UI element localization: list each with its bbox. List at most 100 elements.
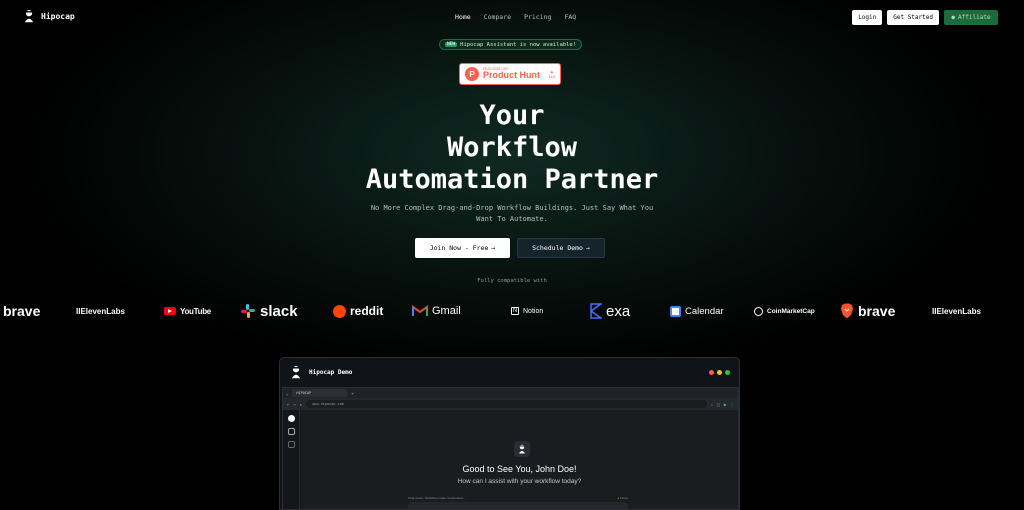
hipocap-logo-icon bbox=[291, 366, 301, 379]
brave-lion-icon bbox=[841, 303, 853, 319]
hero-headline: Your Workflow Automation Partner bbox=[0, 100, 1024, 196]
browser-tab[interactable]: HIPOCAP bbox=[292, 389, 348, 397]
product-hunt-icon: P bbox=[465, 67, 479, 81]
nav-links: Home Compare Pricing FAQ bbox=[455, 13, 576, 21]
maximize-dot-icon[interactable] bbox=[725, 369, 730, 375]
logo-gmail: Gmail bbox=[412, 300, 461, 322]
assist-question: How can I assist with your workflow toda… bbox=[457, 478, 582, 485]
logo-elevenlabs-2: IIElevenLabs bbox=[932, 300, 981, 322]
calendar-icon bbox=[670, 305, 681, 317]
logo-coinmarketcap: CoinMarketCap bbox=[754, 300, 815, 322]
demo-header: Hipocap Demo bbox=[280, 358, 739, 386]
affiliate-label: Affiliate bbox=[958, 14, 991, 21]
hipocap-logo-icon bbox=[24, 10, 34, 23]
logo-youtube: YouTube bbox=[164, 300, 211, 322]
logo-notion-text: Notion bbox=[523, 307, 544, 315]
status-label: ● Active bbox=[617, 496, 628, 500]
embedded-browser: ⌄ HIPOCAP + ← → ↻ app.hipocap.com ☆ □ ● … bbox=[282, 387, 739, 509]
slack-icon bbox=[241, 304, 255, 318]
logo-exa: exa bbox=[590, 300, 630, 322]
logo-slack-text: slack bbox=[260, 302, 298, 320]
new-badge: NEW bbox=[445, 42, 458, 47]
ph-votes: 110 bbox=[548, 74, 555, 79]
exa-icon bbox=[590, 303, 602, 319]
chat-input[interactable] bbox=[408, 502, 628, 509]
login-button[interactable]: Login bbox=[852, 10, 883, 25]
home-icon[interactable] bbox=[287, 428, 295, 435]
announcement-text: Hipocap Assistant is now available! bbox=[460, 41, 577, 48]
reload-icon[interactable]: ↻ bbox=[300, 402, 302, 407]
top-nav: Hipocap Home Compare Pricing FAQ Login G… bbox=[0, 0, 1024, 34]
headline-line-1: Your bbox=[479, 100, 545, 131]
logo-reddit-text: reddit bbox=[350, 304, 384, 318]
demo-title: Hipocap Demo bbox=[309, 368, 353, 376]
affiliate-icon: ● bbox=[951, 14, 956, 21]
arrow-right-icon: → bbox=[491, 244, 496, 252]
nav-link-faq[interactable]: FAQ bbox=[564, 13, 576, 21]
brand[interactable]: Hipocap bbox=[22, 9, 75, 23]
arrow-right-icon: → bbox=[585, 244, 590, 252]
browser-urlbar: ← → ↻ app.hipocap.com ☆ □ ● ⋮ bbox=[283, 398, 738, 410]
announcement-pill[interactable]: NEW Hipocap Assistant is now available! bbox=[439, 39, 583, 50]
headline-line-3: Automation Partner bbox=[365, 164, 659, 195]
assistant-avatar-icon bbox=[514, 441, 530, 457]
join-now-label: Join Now - Free bbox=[429, 244, 489, 252]
schedule-demo-label: Schedule Demo bbox=[532, 244, 583, 252]
greeting-text: Good to See You, John Doe! bbox=[462, 464, 577, 474]
nav-link-pricing[interactable]: Pricing bbox=[524, 13, 551, 21]
back-icon[interactable]: ← bbox=[287, 402, 289, 407]
logo-brave-text: brave bbox=[3, 303, 41, 319]
logo-brave: brave bbox=[3, 300, 40, 322]
notion-icon: N bbox=[511, 307, 519, 315]
profile-icon[interactable]: ● bbox=[724, 402, 726, 407]
gmail-icon bbox=[412, 305, 428, 316]
app-sidebar bbox=[283, 410, 300, 509]
coinmarketcap-icon bbox=[754, 306, 763, 316]
window-controls bbox=[709, 369, 730, 375]
product-hunt-badge[interactable]: P FEATURED ON Product Hunt ▲ 110 bbox=[459, 63, 561, 85]
new-tab-icon[interactable]: + bbox=[351, 391, 353, 396]
extensions-icon[interactable]: □ bbox=[717, 402, 719, 407]
forward-icon[interactable]: → bbox=[293, 402, 295, 407]
reddit-icon bbox=[333, 304, 346, 318]
logo-elevenlabs-text: IIElevenLabs bbox=[76, 306, 125, 316]
logo-youtube-text: YouTube bbox=[180, 306, 211, 316]
sidebar-logo-icon[interactable] bbox=[287, 415, 295, 422]
chat-canvas: Good to See You, John Doe! How can I ass… bbox=[301, 410, 738, 509]
nav-link-home[interactable]: Home bbox=[455, 13, 471, 21]
logo-notion: N Notion bbox=[511, 300, 543, 322]
demo-window: Hipocap Demo ⌄ HIPOCAP + ← → ↻ app.hipoc… bbox=[279, 357, 740, 510]
tab-chevron-icon[interactable]: ⌄ bbox=[286, 391, 288, 396]
logo-exa-text: exa bbox=[606, 302, 631, 320]
minimize-dot-icon[interactable] bbox=[717, 369, 722, 375]
logo-brave-2: brave bbox=[840, 300, 895, 322]
logo-reddit: reddit bbox=[333, 300, 383, 322]
menu-icon[interactable]: ⋮ bbox=[730, 402, 734, 407]
logo-coinmarketcap-text: CoinMarketCap bbox=[767, 307, 815, 315]
star-icon[interactable]: ☆ bbox=[711, 402, 713, 407]
status-text: Active bbox=[619, 496, 628, 500]
chat-mode-label: Chat mode / Workflow mode / Automation..… bbox=[408, 496, 466, 500]
grid-icon[interactable] bbox=[287, 441, 295, 448]
address-bar[interactable]: app.hipocap.com bbox=[306, 400, 707, 408]
nav-link-compare[interactable]: Compare bbox=[484, 13, 511, 21]
youtube-icon bbox=[164, 307, 176, 315]
browser-tabbar: ⌄ HIPOCAP + bbox=[283, 388, 738, 398]
ph-name: Product Hunt bbox=[483, 70, 540, 81]
logo-slack: slack bbox=[240, 300, 298, 322]
browser-tab-label: HIPOCAP bbox=[296, 391, 312, 395]
get-started-button[interactable]: Get Started bbox=[887, 10, 939, 25]
chat-meta: Chat mode / Workflow mode / Automation..… bbox=[408, 496, 628, 500]
integration-logos: brave IIElevenLabs YouTube slack reddit … bbox=[0, 300, 1024, 322]
join-now-button[interactable]: Join Now - Free → bbox=[415, 238, 510, 258]
affiliate-button[interactable]: ● Affiliate bbox=[944, 10, 998, 25]
logo-calendar-text: Calendar bbox=[685, 305, 724, 317]
logo-calendar: Calendar bbox=[670, 300, 724, 322]
schedule-demo-button[interactable]: Schedule Demo → bbox=[517, 238, 605, 258]
hero-subtitle: No More Complex Drag-and-Drop Workflow B… bbox=[370, 204, 654, 223]
close-dot-icon[interactable] bbox=[709, 369, 714, 375]
logo-gmail-text: Gmail bbox=[432, 305, 461, 317]
compat-label: Fully compatible with bbox=[477, 278, 547, 284]
headline-line-2: Workflow bbox=[446, 132, 578, 163]
logo-elevenlabs-2-text: IIElevenLabs bbox=[932, 306, 981, 316]
